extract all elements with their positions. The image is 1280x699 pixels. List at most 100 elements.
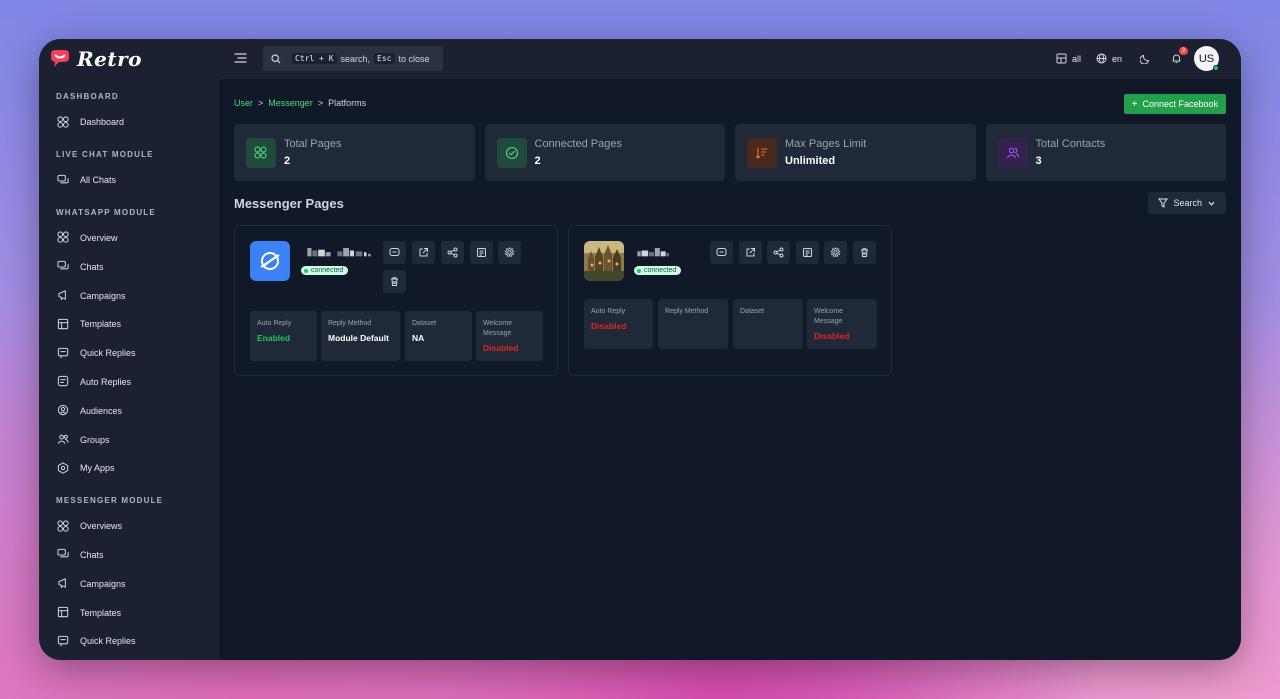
sidebar-item-label: Campaigns xyxy=(80,290,126,301)
topbar-actions: all en 3 US xyxy=(1041,46,1219,71)
connection-status-badge: connected xyxy=(634,266,682,275)
settings-button[interactable] xyxy=(498,241,521,264)
dataset-info: Dataset NA xyxy=(405,311,472,361)
sidebar-item-chats[interactable]: Chats xyxy=(39,541,219,570)
sidebar-item-quick-replies[interactable]: Quick Replies xyxy=(39,339,219,368)
sidebar-item-overviews[interactable]: Overviews xyxy=(39,512,219,541)
module-filter[interactable]: all xyxy=(1056,53,1081,64)
sidebar-item-dashboard[interactable]: Dashboard xyxy=(39,108,219,137)
status-dot xyxy=(304,268,308,273)
connection-status-badge: connected xyxy=(301,266,349,275)
sidebar-item-templates[interactable]: Templates xyxy=(39,310,219,339)
info-label: Reply Method xyxy=(328,320,372,327)
sidebar-item-label: Dashboard xyxy=(80,117,125,128)
grid-icon xyxy=(254,145,267,159)
delete-button[interactable] xyxy=(853,241,876,264)
nav-section-heading: MESSENGER MODULE xyxy=(56,495,164,505)
logs-button[interactable] xyxy=(796,241,819,264)
sidebar-item-label: My Apps xyxy=(80,463,115,474)
sidebar: Retro DASHBOARD Dashboard LIVE CHAT MODULE… xyxy=(39,39,219,660)
sidebar-item-label: Auto Replies xyxy=(80,376,132,387)
sidebar-item-overview[interactable]: Overview xyxy=(39,224,219,253)
stat-icon-box xyxy=(496,137,527,168)
nav-section-heading: DASHBOARD xyxy=(56,92,119,101)
stat-icon-box xyxy=(747,137,777,168)
nav-section-heading: LIVE CHAT MODULE xyxy=(56,149,154,159)
breadcrumb-user[interactable]: User xyxy=(234,98,253,108)
sidebar-item-all-chats[interactable]: All Chats xyxy=(39,166,219,195)
module-filter-label: all xyxy=(1071,53,1081,64)
info-label: Dataset xyxy=(740,308,765,315)
document-icon xyxy=(803,248,812,257)
stat-label: Connected Pages xyxy=(534,138,622,150)
trash-icon xyxy=(391,277,398,286)
info-label: Welcome Message xyxy=(814,308,844,325)
open-external-button[interactable] xyxy=(739,241,762,264)
stat-value: Unlimited xyxy=(785,155,836,167)
sidebar-item-chats[interactable]: Chats xyxy=(39,252,219,281)
language-selector[interactable]: en xyxy=(1096,53,1122,64)
sidebar-item-groups[interactable]: Groups xyxy=(39,425,219,454)
share-button[interactable] xyxy=(767,241,790,264)
nav-section-heading: WHATSAPP MODULE xyxy=(56,207,156,217)
connect-facebook-button[interactable]: + Connect Facebook xyxy=(1123,94,1226,114)
sidebar-item-quick-replies[interactable]: Quick Replies xyxy=(39,627,219,656)
sidebar-item-auto-replies[interactable]: Auto Replies xyxy=(39,656,219,660)
open-chat-button[interactable] xyxy=(383,241,406,264)
apps-icon xyxy=(57,462,69,474)
menu-toggle-icon[interactable] xyxy=(234,52,247,64)
stat-card: Connected Pages 2 xyxy=(484,124,725,181)
chevron-down-icon xyxy=(1208,201,1215,206)
user-avatar[interactable]: US xyxy=(1194,46,1219,71)
chats-icon xyxy=(57,174,69,184)
stat-card: Total Pages 2 xyxy=(234,124,475,181)
info-value: Disabled xyxy=(483,343,519,353)
open-external-button[interactable] xyxy=(412,241,435,264)
stat-card: Max Pages Limit Unlimited xyxy=(735,124,976,181)
reply-method-info: Reply Method Module Default xyxy=(321,311,400,361)
close-shortcut-key: Esc xyxy=(374,53,395,64)
search-hint-text: search, xyxy=(340,53,371,64)
share-icon xyxy=(773,247,784,258)
page-photo xyxy=(584,241,624,281)
sidebar-item-campaigns[interactable]: Campaigns xyxy=(39,281,219,310)
sidebar-nav: DASHBOARD Dashboard LIVE CHAT MODULE All Ch… xyxy=(39,79,219,660)
sidebar-item-label: Audiences xyxy=(80,405,123,416)
sidebar-item-auto-replies[interactable]: Auto Replies xyxy=(39,368,219,397)
settings-button[interactable] xyxy=(824,241,847,264)
page-avatar[interactable] xyxy=(250,241,290,281)
status-dot xyxy=(637,268,641,273)
search-filter-button[interactable]: Search xyxy=(1148,192,1226,214)
sidebar-item-templates[interactable]: Templates xyxy=(39,598,219,627)
audience-icon xyxy=(57,405,69,416)
logo-icon xyxy=(51,50,69,67)
sidebar-item-campaigns[interactable]: Campaigns xyxy=(39,569,219,598)
stat-icon-box xyxy=(246,137,276,168)
logs-button[interactable] xyxy=(470,241,493,264)
delete-button[interactable] xyxy=(383,270,406,293)
chat-bubble-icon xyxy=(716,248,727,256)
breadcrumb-separator: > xyxy=(317,98,324,108)
search-input[interactable]: Ctrl + K search, Esc to close xyxy=(263,46,443,71)
grid-icon xyxy=(57,116,69,128)
sidebar-item-audiences[interactable]: Audiences xyxy=(39,396,219,425)
breadcrumb-messenger[interactable]: Messenger xyxy=(268,98,313,108)
stats-row: Total Pages 2 Connected Pages 2 Max Pages Li… xyxy=(234,124,1226,181)
logo[interactable]: Retro xyxy=(39,39,219,79)
notifications-button[interactable]: 3 xyxy=(1171,47,1188,64)
sidebar-item-label: All Chats xyxy=(80,175,117,186)
sidebar-item-my-apps[interactable]: My Apps xyxy=(39,454,219,483)
share-button[interactable] xyxy=(441,241,464,264)
search-shortcut-key: Ctrl + K xyxy=(292,53,337,64)
open-chat-button[interactable] xyxy=(710,241,733,264)
dashboard-filter-icon xyxy=(1056,53,1067,64)
quick-reply-icon xyxy=(57,635,69,647)
dataset-info: Dataset xyxy=(733,299,803,349)
page-card: connected Auto Reply Disabled Reply Meth… xyxy=(568,225,892,376)
grid-icon xyxy=(57,231,69,244)
app-window: Retro DASHBOARD Dashboard LIVE CHAT MODULE… xyxy=(39,39,1241,660)
theme-toggle[interactable] xyxy=(1140,53,1151,64)
sidebar-item-label: Quick Replies xyxy=(80,636,136,647)
page-avatar[interactable] xyxy=(584,241,624,281)
welcome-message-info: Welcome Message Disabled xyxy=(476,311,543,361)
